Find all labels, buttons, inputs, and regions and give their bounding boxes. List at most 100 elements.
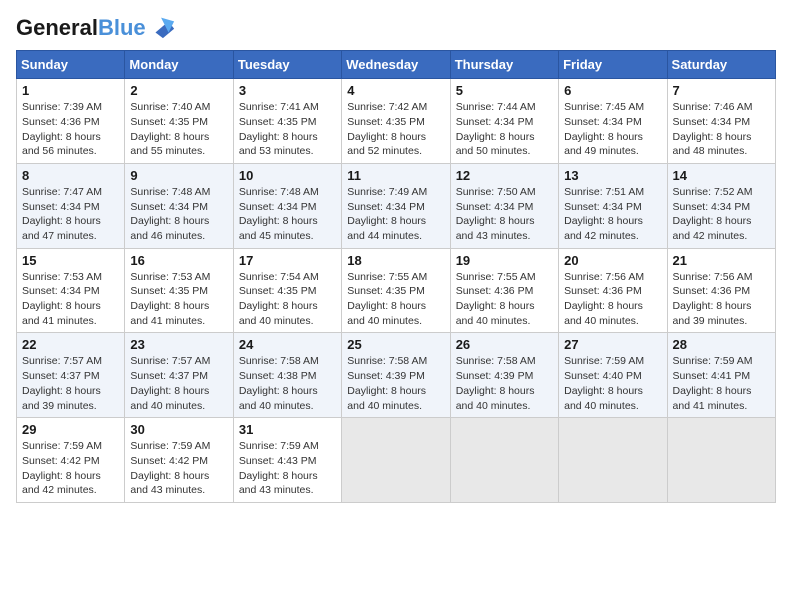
day-detail: Sunrise: 7:52 AMSunset: 4:34 PMDaylight:…	[673, 186, 753, 242]
calendar-cell: 28 Sunrise: 7:59 AMSunset: 4:41 PMDaylig…	[667, 333, 775, 418]
col-saturday: Saturday	[667, 51, 775, 79]
calendar-cell	[450, 418, 558, 503]
calendar-cell: 13 Sunrise: 7:51 AMSunset: 4:34 PMDaylig…	[559, 163, 667, 248]
day-number: 2	[130, 83, 227, 98]
day-detail: Sunrise: 7:40 AMSunset: 4:35 PMDaylight:…	[130, 101, 210, 157]
calendar-cell: 5 Sunrise: 7:44 AMSunset: 4:34 PMDayligh…	[450, 79, 558, 164]
col-friday: Friday	[559, 51, 667, 79]
calendar-cell: 3 Sunrise: 7:41 AMSunset: 4:35 PMDayligh…	[233, 79, 341, 164]
day-number: 14	[673, 168, 770, 183]
col-sunday: Sunday	[17, 51, 125, 79]
calendar-cell: 27 Sunrise: 7:59 AMSunset: 4:40 PMDaylig…	[559, 333, 667, 418]
calendar-week-row: 8 Sunrise: 7:47 AMSunset: 4:34 PMDayligh…	[17, 163, 776, 248]
day-detail: Sunrise: 7:45 AMSunset: 4:34 PMDaylight:…	[564, 101, 644, 157]
calendar-cell	[559, 418, 667, 503]
day-detail: Sunrise: 7:57 AMSunset: 4:37 PMDaylight:…	[130, 355, 210, 411]
day-detail: Sunrise: 7:53 AMSunset: 4:34 PMDaylight:…	[22, 271, 102, 327]
calendar-cell: 9 Sunrise: 7:48 AMSunset: 4:34 PMDayligh…	[125, 163, 233, 248]
day-detail: Sunrise: 7:48 AMSunset: 4:34 PMDaylight:…	[130, 186, 210, 242]
calendar-cell: 15 Sunrise: 7:53 AMSunset: 4:34 PMDaylig…	[17, 248, 125, 333]
day-number: 3	[239, 83, 336, 98]
day-number: 16	[130, 253, 227, 268]
calendar-cell: 25 Sunrise: 7:58 AMSunset: 4:39 PMDaylig…	[342, 333, 450, 418]
day-number: 22	[22, 337, 119, 352]
calendar-cell: 6 Sunrise: 7:45 AMSunset: 4:34 PMDayligh…	[559, 79, 667, 164]
calendar-cell: 24 Sunrise: 7:58 AMSunset: 4:38 PMDaylig…	[233, 333, 341, 418]
day-number: 10	[239, 168, 336, 183]
day-number: 1	[22, 83, 119, 98]
logo-icon	[148, 12, 176, 40]
day-detail: Sunrise: 7:59 AMSunset: 4:40 PMDaylight:…	[564, 355, 644, 411]
calendar-cell: 8 Sunrise: 7:47 AMSunset: 4:34 PMDayligh…	[17, 163, 125, 248]
calendar-cell: 1 Sunrise: 7:39 AMSunset: 4:36 PMDayligh…	[17, 79, 125, 164]
calendar-week-row: 29 Sunrise: 7:59 AMSunset: 4:42 PMDaylig…	[17, 418, 776, 503]
calendar-cell: 21 Sunrise: 7:56 AMSunset: 4:36 PMDaylig…	[667, 248, 775, 333]
calendar-table: Sunday Monday Tuesday Wednesday Thursday…	[16, 50, 776, 503]
day-number: 25	[347, 337, 444, 352]
day-number: 9	[130, 168, 227, 183]
day-detail: Sunrise: 7:51 AMSunset: 4:34 PMDaylight:…	[564, 186, 644, 242]
calendar-cell: 4 Sunrise: 7:42 AMSunset: 4:35 PMDayligh…	[342, 79, 450, 164]
day-detail: Sunrise: 7:50 AMSunset: 4:34 PMDaylight:…	[456, 186, 536, 242]
day-detail: Sunrise: 7:58 AMSunset: 4:38 PMDaylight:…	[239, 355, 319, 411]
day-number: 26	[456, 337, 553, 352]
day-number: 20	[564, 253, 661, 268]
calendar-cell: 11 Sunrise: 7:49 AMSunset: 4:34 PMDaylig…	[342, 163, 450, 248]
calendar-body: 1 Sunrise: 7:39 AMSunset: 4:36 PMDayligh…	[17, 79, 776, 503]
calendar-cell: 7 Sunrise: 7:46 AMSunset: 4:34 PMDayligh…	[667, 79, 775, 164]
day-detail: Sunrise: 7:42 AMSunset: 4:35 PMDaylight:…	[347, 101, 427, 157]
day-detail: Sunrise: 7:59 AMSunset: 4:43 PMDaylight:…	[239, 440, 319, 496]
day-detail: Sunrise: 7:49 AMSunset: 4:34 PMDaylight:…	[347, 186, 427, 242]
day-number: 7	[673, 83, 770, 98]
calendar-cell	[667, 418, 775, 503]
day-detail: Sunrise: 7:55 AMSunset: 4:35 PMDaylight:…	[347, 271, 427, 327]
calendar-cell: 23 Sunrise: 7:57 AMSunset: 4:37 PMDaylig…	[125, 333, 233, 418]
day-number: 19	[456, 253, 553, 268]
calendar-cell: 16 Sunrise: 7:53 AMSunset: 4:35 PMDaylig…	[125, 248, 233, 333]
day-detail: Sunrise: 7:44 AMSunset: 4:34 PMDaylight:…	[456, 101, 536, 157]
day-number: 11	[347, 168, 444, 183]
day-number: 27	[564, 337, 661, 352]
calendar-cell: 20 Sunrise: 7:56 AMSunset: 4:36 PMDaylig…	[559, 248, 667, 333]
col-tuesday: Tuesday	[233, 51, 341, 79]
day-number: 8	[22, 168, 119, 183]
calendar-cell: 18 Sunrise: 7:55 AMSunset: 4:35 PMDaylig…	[342, 248, 450, 333]
calendar-week-row: 22 Sunrise: 7:57 AMSunset: 4:37 PMDaylig…	[17, 333, 776, 418]
calendar-cell: 30 Sunrise: 7:59 AMSunset: 4:42 PMDaylig…	[125, 418, 233, 503]
day-detail: Sunrise: 7:59 AMSunset: 4:42 PMDaylight:…	[22, 440, 102, 496]
day-number: 30	[130, 422, 227, 437]
day-detail: Sunrise: 7:39 AMSunset: 4:36 PMDaylight:…	[22, 101, 102, 157]
calendar-cell: 17 Sunrise: 7:54 AMSunset: 4:35 PMDaylig…	[233, 248, 341, 333]
day-number: 6	[564, 83, 661, 98]
day-number: 28	[673, 337, 770, 352]
day-detail: Sunrise: 7:46 AMSunset: 4:34 PMDaylight:…	[673, 101, 753, 157]
calendar-week-row: 15 Sunrise: 7:53 AMSunset: 4:34 PMDaylig…	[17, 248, 776, 333]
col-thursday: Thursday	[450, 51, 558, 79]
calendar-cell	[342, 418, 450, 503]
calendar-header-row: Sunday Monday Tuesday Wednesday Thursday…	[17, 51, 776, 79]
day-number: 24	[239, 337, 336, 352]
day-number: 18	[347, 253, 444, 268]
day-number: 4	[347, 83, 444, 98]
day-detail: Sunrise: 7:58 AMSunset: 4:39 PMDaylight:…	[347, 355, 427, 411]
day-detail: Sunrise: 7:53 AMSunset: 4:35 PMDaylight:…	[130, 271, 210, 327]
day-number: 17	[239, 253, 336, 268]
day-number: 29	[22, 422, 119, 437]
calendar-week-row: 1 Sunrise: 7:39 AMSunset: 4:36 PMDayligh…	[17, 79, 776, 164]
calendar-cell: 19 Sunrise: 7:55 AMSunset: 4:36 PMDaylig…	[450, 248, 558, 333]
calendar-cell: 12 Sunrise: 7:50 AMSunset: 4:34 PMDaylig…	[450, 163, 558, 248]
day-detail: Sunrise: 7:48 AMSunset: 4:34 PMDaylight:…	[239, 186, 319, 242]
calendar-cell: 2 Sunrise: 7:40 AMSunset: 4:35 PMDayligh…	[125, 79, 233, 164]
day-number: 31	[239, 422, 336, 437]
day-number: 12	[456, 168, 553, 183]
day-number: 21	[673, 253, 770, 268]
day-number: 5	[456, 83, 553, 98]
day-detail: Sunrise: 7:54 AMSunset: 4:35 PMDaylight:…	[239, 271, 319, 327]
page-header: GeneralBlue	[16, 16, 776, 40]
day-detail: Sunrise: 7:59 AMSunset: 4:41 PMDaylight:…	[673, 355, 753, 411]
logo-text: GeneralBlue	[16, 16, 146, 40]
day-detail: Sunrise: 7:56 AMSunset: 4:36 PMDaylight:…	[564, 271, 644, 327]
day-detail: Sunrise: 7:57 AMSunset: 4:37 PMDaylight:…	[22, 355, 102, 411]
col-monday: Monday	[125, 51, 233, 79]
day-number: 15	[22, 253, 119, 268]
